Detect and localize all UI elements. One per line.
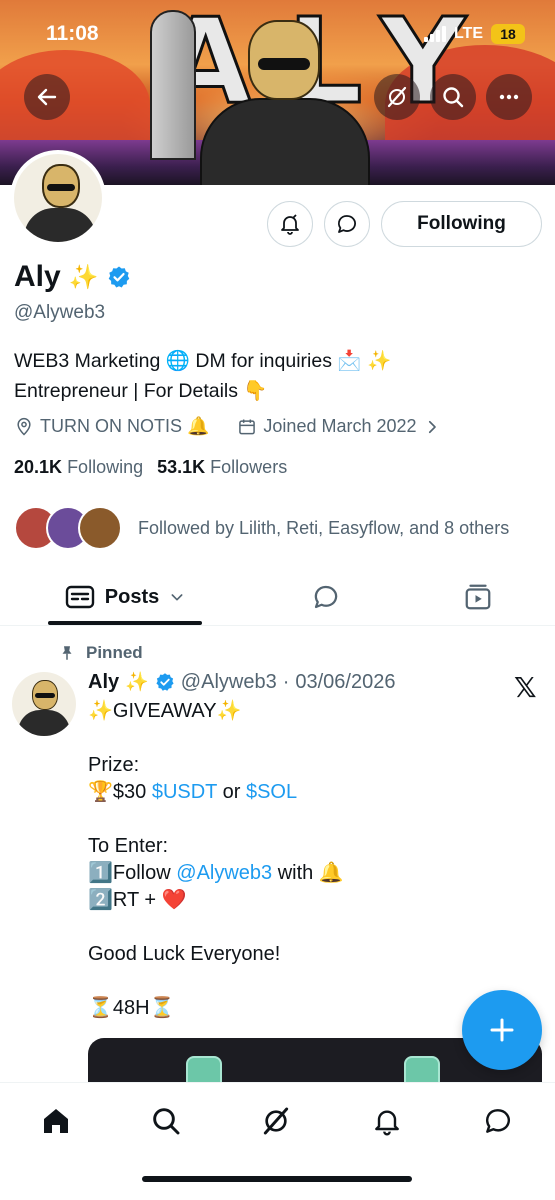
battery-icon: 18 [491,24,525,44]
post-header: Aly ✨ @Alyweb3 · 03/06/2026 [88,670,395,694]
followers-link[interactable]: 53.1K Followers [157,457,287,478]
profile-avatar[interactable] [10,150,106,246]
post-author-avatar[interactable] [12,672,76,736]
calendar-icon [239,419,256,434]
cashtag-link[interactable]: $SOL [246,781,297,803]
tab-media[interactable] [452,568,504,626]
post-line: Good Luck Everyone! [88,943,281,965]
post-separator: · [282,670,290,693]
plus-icon [490,1018,514,1042]
following-link[interactable]: 20.1K Following [14,457,143,478]
post-line: ✨GIVEAWAY✨ [88,700,242,722]
followers-count: 53.1K [157,457,206,477]
chevron-right-icon[interactable] [423,418,441,436]
followers-label: Followers [210,457,288,477]
followed-by-text: Followed by Lilith, Reti, Easyflow, and … [138,517,510,538]
message-button[interactable] [324,201,370,247]
post-text: or [217,781,246,803]
pinned-label-row: Pinned [58,643,143,663]
post-author-emoji: ✨ [125,672,149,693]
post-text: with 🔔 [272,862,344,884]
posts-icon [65,585,94,609]
verified-icon[interactable] [155,672,175,692]
tab-posts-label: Posts [104,585,160,608]
location-icon [17,417,31,436]
post-date: 03/06/2026 [295,670,396,693]
pinned-label: Pinned [86,643,143,662]
message-icon [486,1109,510,1133]
post-author-handle: @Alyweb3 [180,670,277,693]
post-line: 2️⃣RT + ❤️ [88,889,187,911]
chevron-down-icon [171,594,183,601]
status-indicators: LTE 18 [423,24,525,44]
notifications-icon [375,1110,399,1136]
nav-notifications[interactable] [367,1101,407,1141]
replies-icon [314,585,338,609]
tab-posts[interactable]: Posts [48,568,202,626]
back-arrow-icon [37,88,57,106]
profile-joined: Joined March 2022 [263,416,417,436]
tab-active-indicator [48,621,202,625]
post-author-name[interactable]: Aly [88,671,119,694]
post-text: 🏆$30 [88,781,152,803]
verified-icon[interactable] [107,265,131,289]
nav-search[interactable] [146,1101,186,1141]
back-button[interactable] [24,74,70,120]
search-icon [443,87,464,108]
profile-bio: WEB3 Marketing 🌐 DM for inquiries 📩 ✨ En… [14,346,534,406]
grok-button[interactable] [374,74,420,120]
post-line: Prize: [88,754,140,776]
profile-name: Aly [14,260,61,293]
message-icon [338,215,356,233]
post-line: ⏳48H⏳ [88,997,175,1019]
bell-icon [281,214,299,235]
tab-replies[interactable] [300,568,352,626]
signal-icon [423,26,446,42]
profile-counts: 20.1K Following 53.1K Followers [14,457,287,478]
compose-button[interactable] [462,990,542,1070]
nav-messages[interactable] [478,1101,518,1141]
profile-tabs: Posts [0,568,555,626]
profile-location: TURN ON NOTIS 🔔 [40,416,210,436]
post-line: 1️⃣Follow @Alyweb3 with 🔔 [88,860,528,887]
grok-icon [263,1107,289,1135]
following-count: 20.1K [14,457,63,477]
post-body[interactable]: ✨GIVEAWAY✨ Prize: 🏆$30 $USDT or $SOL To … [88,698,528,1022]
follower-avatar [78,506,122,550]
search-icon [153,1108,180,1135]
following-label: Following [67,457,144,477]
profile-handle: @Alyweb3 [14,302,106,323]
more-button[interactable] [486,74,532,120]
profile-meta: TURN ON NOTIS 🔔 Joined March 2022 [14,416,441,437]
followed-by-row[interactable]: Followed by Lilith, Reti, Easyflow, and … [14,506,509,550]
home-indicator[interactable] [142,1176,412,1182]
post-line: 🏆$30 $USDT or $SOL [88,779,528,806]
bottom-nav [0,1082,555,1200]
home-icon [44,1109,68,1133]
post-line: To Enter: [88,835,169,857]
network-label: LTE [453,25,483,42]
status-bar: 11:08 LTE 18 [0,0,555,70]
pin-icon [62,646,72,660]
post-text: 1️⃣Follow [88,862,177,884]
media-icon [465,584,491,610]
search-button[interactable] [430,74,476,120]
bio-line: WEB3 Marketing 🌐 DM for inquiries 📩 ✨ [14,350,392,372]
more-icon [499,94,519,100]
nav-grok[interactable] [256,1101,296,1141]
following-button[interactable]: Following [381,201,542,247]
cashtag-link[interactable]: $USDT [152,781,217,803]
mention-link[interactable]: @Alyweb3 [176,862,272,884]
nav-home[interactable] [36,1101,76,1141]
grok-icon [387,86,407,108]
bio-line: Entrepreneur | For Details 👇 [14,380,268,402]
notifications-button[interactable] [267,201,313,247]
status-time: 11:08 [46,22,99,45]
name-emoji: ✨ [68,263,99,291]
profile-name-row: Aly ✨ [14,260,131,294]
